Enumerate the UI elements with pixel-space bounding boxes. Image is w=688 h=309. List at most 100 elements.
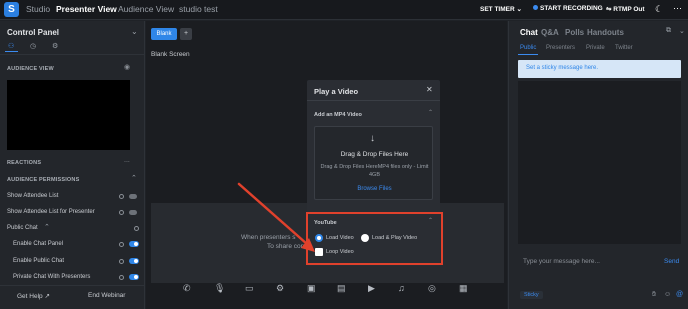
show-attendee-list-label: Show Attendee List — [7, 193, 59, 199]
text-icon[interactable]: ▤ — [337, 283, 346, 294]
chat-messages-area — [518, 81, 681, 244]
phone-icon[interactable]: ✆ — [183, 283, 191, 294]
chevron-up-icon[interactable]: ⌃ — [131, 174, 137, 182]
chevron-up-icon[interactable]: ⌃ — [44, 223, 50, 231]
chevron-up-icon[interactable]: ⌃ — [428, 109, 433, 116]
audience-preview — [7, 80, 130, 150]
browse-files-link[interactable]: Browse Files — [325, 186, 424, 192]
chevron-down-icon[interactable]: ⌄ — [679, 27, 685, 35]
subtab-underline — [518, 54, 538, 55]
drop-zone[interactable]: ↓ Drag & Drop Files Here Drag & Drop Fil… — [314, 126, 433, 200]
message-input[interactable]: Type your message here... — [523, 258, 600, 265]
audience-permissions-heading: AUDIENCE PERMISSIONS — [7, 177, 80, 183]
get-help-button[interactable]: Get Help ↗ — [17, 292, 50, 300]
highlight-box — [306, 212, 443, 265]
send-button[interactable]: Send — [664, 258, 679, 265]
sticky-message-box[interactable]: Set a sticky message here. — [518, 60, 681, 78]
slides-icon[interactable]: ▣ — [307, 283, 316, 294]
top-bar: S Studio Presenter View Audience View st… — [0, 0, 688, 20]
close-icon[interactable]: ✕ — [426, 85, 433, 94]
add-scene-button[interactable]: + — [180, 28, 192, 40]
drop-hint: Drag & Drop Files HereMP4 files only - L… — [320, 164, 429, 178]
eye-icon[interactable]: ◉ — [124, 63, 130, 71]
end-webinar-button[interactable]: End Webinar — [88, 292, 125, 299]
private-chat-label: Private Chat With Presenters — [13, 274, 91, 280]
divider — [0, 54, 145, 55]
camera-icon[interactable]: ▭ — [245, 283, 254, 294]
reactions-more-icon[interactable]: ... — [124, 157, 130, 164]
set-timer-label: SET TIMER — [480, 6, 515, 13]
rtmp-out-label: RTMP Out — [613, 6, 645, 13]
nav-audience-view[interactable]: Audience View — [118, 4, 174, 14]
tab-handouts[interactable]: Handouts — [587, 28, 624, 37]
more-icon[interactable]: ⋯ — [673, 3, 682, 14]
control-panel: Control Panel ⌄ ⚇ ◷ ⚙ AUDIENCE VIEW ◉ RE… — [0, 21, 145, 309]
get-help-label: Get Help — [17, 293, 43, 300]
divider — [0, 285, 145, 286]
app-logo: S — [4, 2, 19, 17]
popout-icon[interactable]: ⧉ — [666, 27, 671, 35]
nav-studio-test[interactable]: studio test — [179, 4, 218, 14]
notes-icon[interactable]: ▦ — [459, 283, 468, 294]
divider — [307, 100, 440, 101]
show-attendee-presenter-label: Show Attendee List for Presenter — [7, 209, 95, 215]
arrow-down-icon: ↓ — [370, 133, 375, 144]
tab-qa[interactable]: Q&A — [541, 28, 559, 37]
moon-icon[interactable]: ☾ — [655, 4, 663, 15]
mic-icon[interactable]: 🎙︎ — [214, 283, 225, 294]
gear-icon[interactable]: ⚙ — [276, 283, 284, 294]
clock-icon[interactable]: ◷ — [30, 42, 36, 50]
reactions-heading: REACTIONS — [7, 160, 42, 166]
start-recording-label: START RECORDING — [540, 5, 603, 12]
modal-title: Play a Video — [314, 87, 359, 96]
enable-public-chat-toggle[interactable] — [129, 258, 139, 264]
tab-polls[interactable]: Polls — [565, 28, 584, 37]
enable-chat-panel-label: Enable Chat Panel — [13, 241, 64, 247]
chevron-down-icon[interactable]: ⌄ — [131, 27, 138, 36]
subtab-private[interactable]: Private — [586, 45, 605, 51]
info-icon — [119, 194, 124, 199]
enable-public-chat-label: Enable Public Chat — [13, 258, 65, 264]
audience-view-heading: AUDIENCE VIEW — [7, 66, 54, 72]
info-icon — [119, 210, 124, 215]
set-timer-button[interactable]: SET TIMER ⌄ — [480, 5, 522, 13]
mention-icon[interactable]: @ — [676, 291, 683, 298]
annotation-arrow — [237, 182, 315, 252]
drag-drop-title: Drag & Drop Files Here — [340, 151, 409, 158]
rtmp-icon: ⇋ — [606, 6, 612, 13]
chevron-down-icon: ⌄ — [516, 6, 522, 13]
video-icon[interactable]: ▶ — [368, 283, 375, 294]
settings-icon[interactable]: ⚙ — [52, 42, 58, 50]
control-panel-title: Control Panel — [7, 28, 60, 37]
tab-underline — [5, 51, 18, 52]
hand-icon[interactable]: ✋︎ — [652, 291, 656, 299]
nav-presenter-view[interactable]: Presenter View — [56, 4, 117, 14]
info-icon — [119, 242, 124, 247]
private-chat-toggle[interactable] — [129, 274, 139, 280]
public-chat-label[interactable]: Public Chat — [7, 225, 38, 231]
start-recording-button[interactable]: START RECORDING — [533, 5, 603, 12]
blank-button[interactable]: Blank — [151, 28, 177, 40]
sticky-badge[interactable]: Sticky — [520, 291, 543, 299]
subtab-twitter[interactable]: Twitter — [615, 45, 633, 51]
chat-panel: Chat Q&A Polls Handouts ⧉ ⌄ Public Prese… — [508, 21, 688, 309]
info-icon — [134, 226, 139, 231]
blank-screen-label: Blank Screen — [151, 51, 190, 58]
emoji-icon[interactable]: ☺ — [664, 291, 671, 298]
enable-chat-panel-toggle[interactable] — [129, 241, 139, 247]
add-mp4-label: Add an MP4 Video — [314, 112, 362, 118]
show-attendee-list-toggle[interactable] — [129, 194, 137, 199]
broadcast-icon[interactable]: ◎ — [428, 283, 436, 294]
record-dot-icon — [533, 5, 538, 10]
subtab-presenters[interactable]: Presenters — [546, 45, 575, 51]
show-attendee-presenter-toggle[interactable] — [129, 210, 137, 215]
nav-studio[interactable]: Studio — [26, 4, 50, 14]
sticky-placeholder: Set a sticky message here. — [526, 65, 599, 71]
info-icon — [119, 275, 124, 280]
subtab-public[interactable]: Public — [520, 45, 536, 51]
user-icon[interactable]: ⚇ — [8, 42, 14, 50]
music-icon[interactable]: ♫ — [398, 283, 405, 293]
tab-chat[interactable]: Chat — [520, 28, 538, 37]
info-icon — [119, 259, 124, 264]
rtmp-out-button[interactable]: ⇋ RTMP Out — [606, 5, 645, 13]
